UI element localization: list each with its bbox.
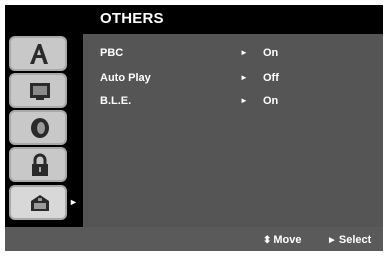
right-arrow-icon: ► bbox=[240, 73, 248, 82]
move-label: Move bbox=[273, 234, 302, 246]
right-arrow-icon: ► bbox=[240, 48, 248, 57]
tab-lock[interactable] bbox=[9, 147, 67, 182]
tab-audio[interactable] bbox=[9, 110, 67, 145]
menu-item-value: Off bbox=[263, 72, 279, 84]
menu-item-label: B.L.E. bbox=[100, 95, 132, 107]
play-arrow-icon: ► bbox=[327, 235, 337, 246]
active-tab-arrow: ► bbox=[69, 197, 78, 207]
display-icon bbox=[30, 83, 50, 100]
language-icon bbox=[30, 44, 48, 64]
menu-item-value: On bbox=[263, 47, 279, 59]
tab-others[interactable] bbox=[9, 185, 67, 220]
osd-window: OTHERS ► PBC ► On Auto Play ► Off B.L.E.… bbox=[5, 5, 383, 251]
audio-icon bbox=[31, 118, 49, 138]
select-hint: ► Select bbox=[327, 234, 371, 246]
move-hint: ⬍ Move bbox=[263, 234, 302, 246]
up-down-arrow-icon: ⬍ bbox=[263, 235, 272, 246]
tab-display[interactable] bbox=[9, 73, 67, 108]
right-arrow-icon: ► bbox=[240, 96, 248, 105]
lock-icon bbox=[32, 153, 48, 176]
select-label: Select bbox=[338, 234, 372, 246]
menu-item-value: On bbox=[263, 95, 279, 107]
menu-item-label: Auto Play bbox=[100, 72, 151, 84]
page-title: OTHERS bbox=[100, 10, 164, 27]
menu-item-label: PBC bbox=[100, 47, 124, 59]
footer-hint-bar: ⬍ Move ► Select bbox=[5, 227, 383, 251]
tab-language[interactable] bbox=[9, 36, 67, 71]
menu-panel bbox=[83, 34, 383, 227]
others-icon bbox=[31, 195, 49, 211]
